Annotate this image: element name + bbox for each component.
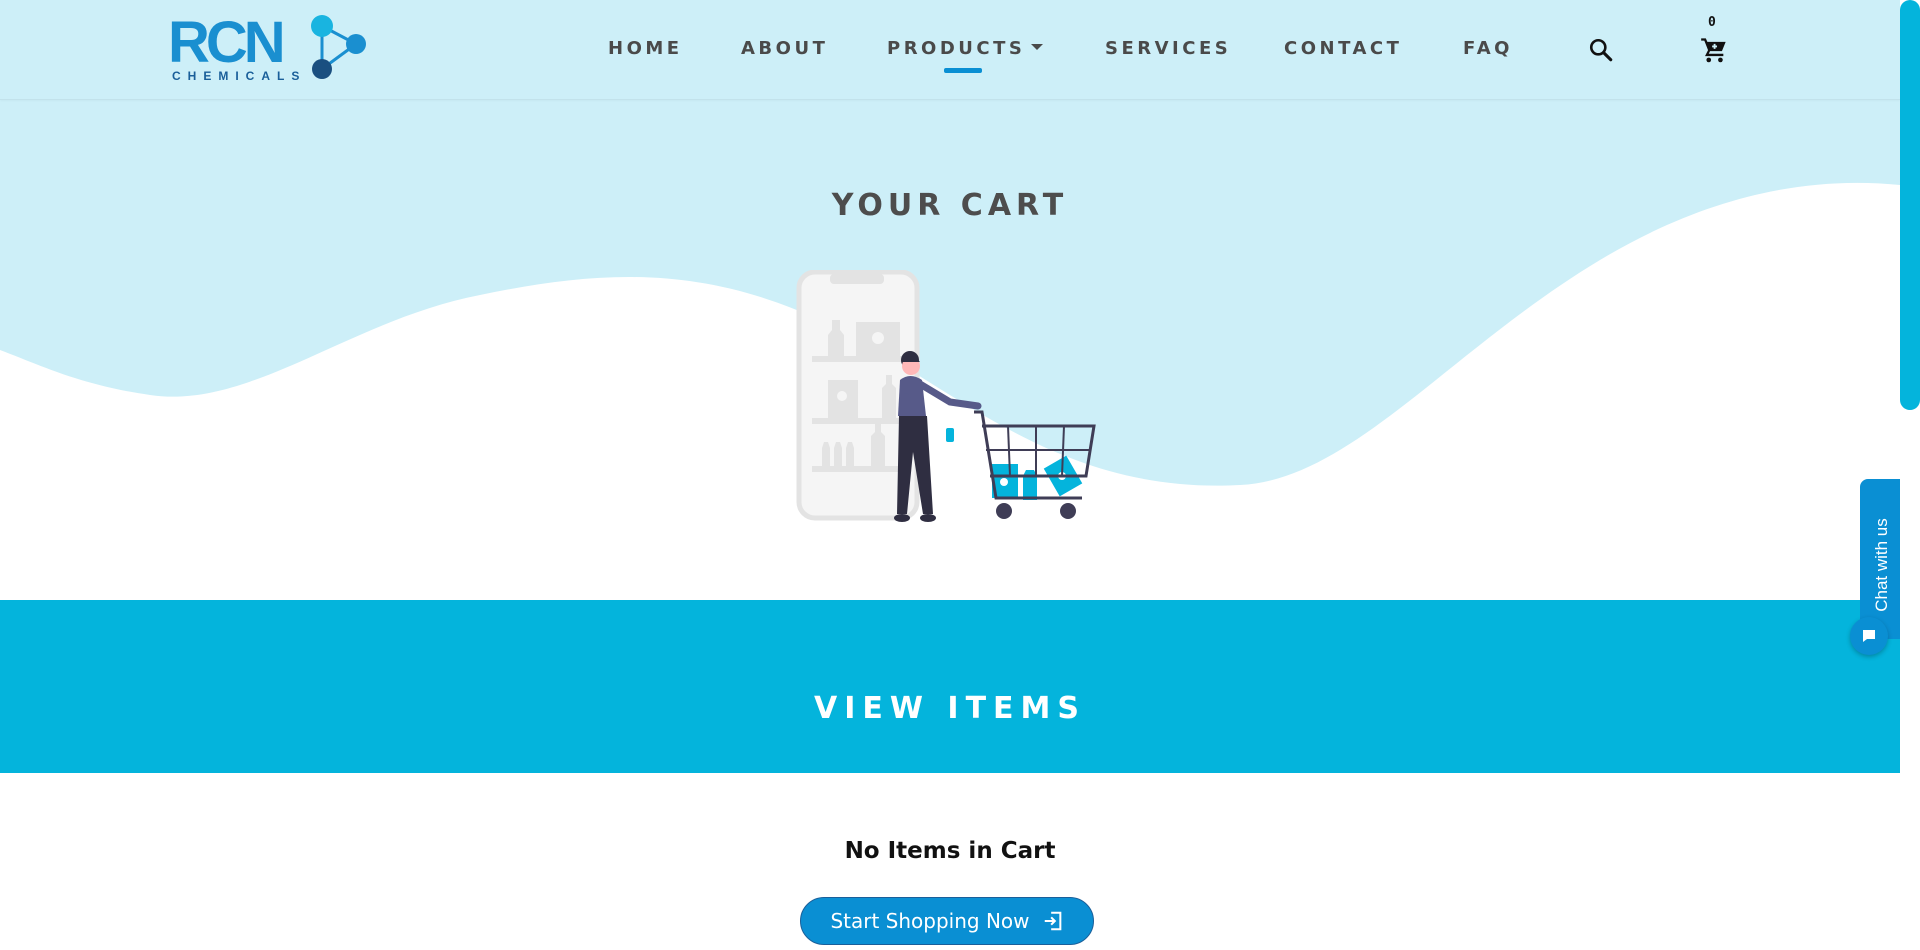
empty-cart-message: No Items in Cart xyxy=(844,838,1056,864)
nav-item-services[interactable]: SERVICES xyxy=(1105,38,1231,59)
nav-item-faq[interactable]: FAQ xyxy=(1463,38,1513,59)
page: RCN CHEMICALS HOME ABOUT PRODUCTS SERVIC… xyxy=(0,0,1900,950)
scrollbar-thumb[interactable] xyxy=(1900,0,1920,410)
start-shopping-label: Start Shopping Now xyxy=(830,909,1030,933)
shopping-illustration xyxy=(796,270,1096,522)
chat-bubble-button[interactable] xyxy=(1850,617,1888,655)
view-items-band xyxy=(0,600,1900,773)
nav-item-home[interactable]: HOME xyxy=(608,38,683,59)
cart-count-badge: 0 xyxy=(1708,15,1716,30)
view-items-title: VIEW ITEMS xyxy=(814,690,1086,726)
nav-item-products[interactable]: PRODUCTS xyxy=(887,38,1044,59)
site-header: RCN CHEMICALS HOME ABOUT PRODUCTS SERVIC… xyxy=(0,0,1900,100)
nav-active-indicator xyxy=(944,68,982,73)
main-nav: HOME ABOUT PRODUCTS SERVICES CONTACT FAQ… xyxy=(0,0,1900,100)
enter-icon xyxy=(1044,911,1061,931)
nav-item-about[interactable]: ABOUT xyxy=(741,38,828,59)
nav-item-products-label: PRODUCTS xyxy=(887,38,1026,59)
start-shopping-button[interactable]: Start Shopping Now xyxy=(800,897,1094,945)
page-title: YOUR CART xyxy=(831,188,1069,224)
search-icon[interactable] xyxy=(1588,37,1614,63)
chevron-down-icon xyxy=(1031,44,1044,50)
nav-item-contact[interactable]: CONTACT xyxy=(1284,38,1402,59)
chat-bubble-icon xyxy=(1863,630,1875,642)
shopping-cart-icon[interactable] xyxy=(1700,36,1728,64)
